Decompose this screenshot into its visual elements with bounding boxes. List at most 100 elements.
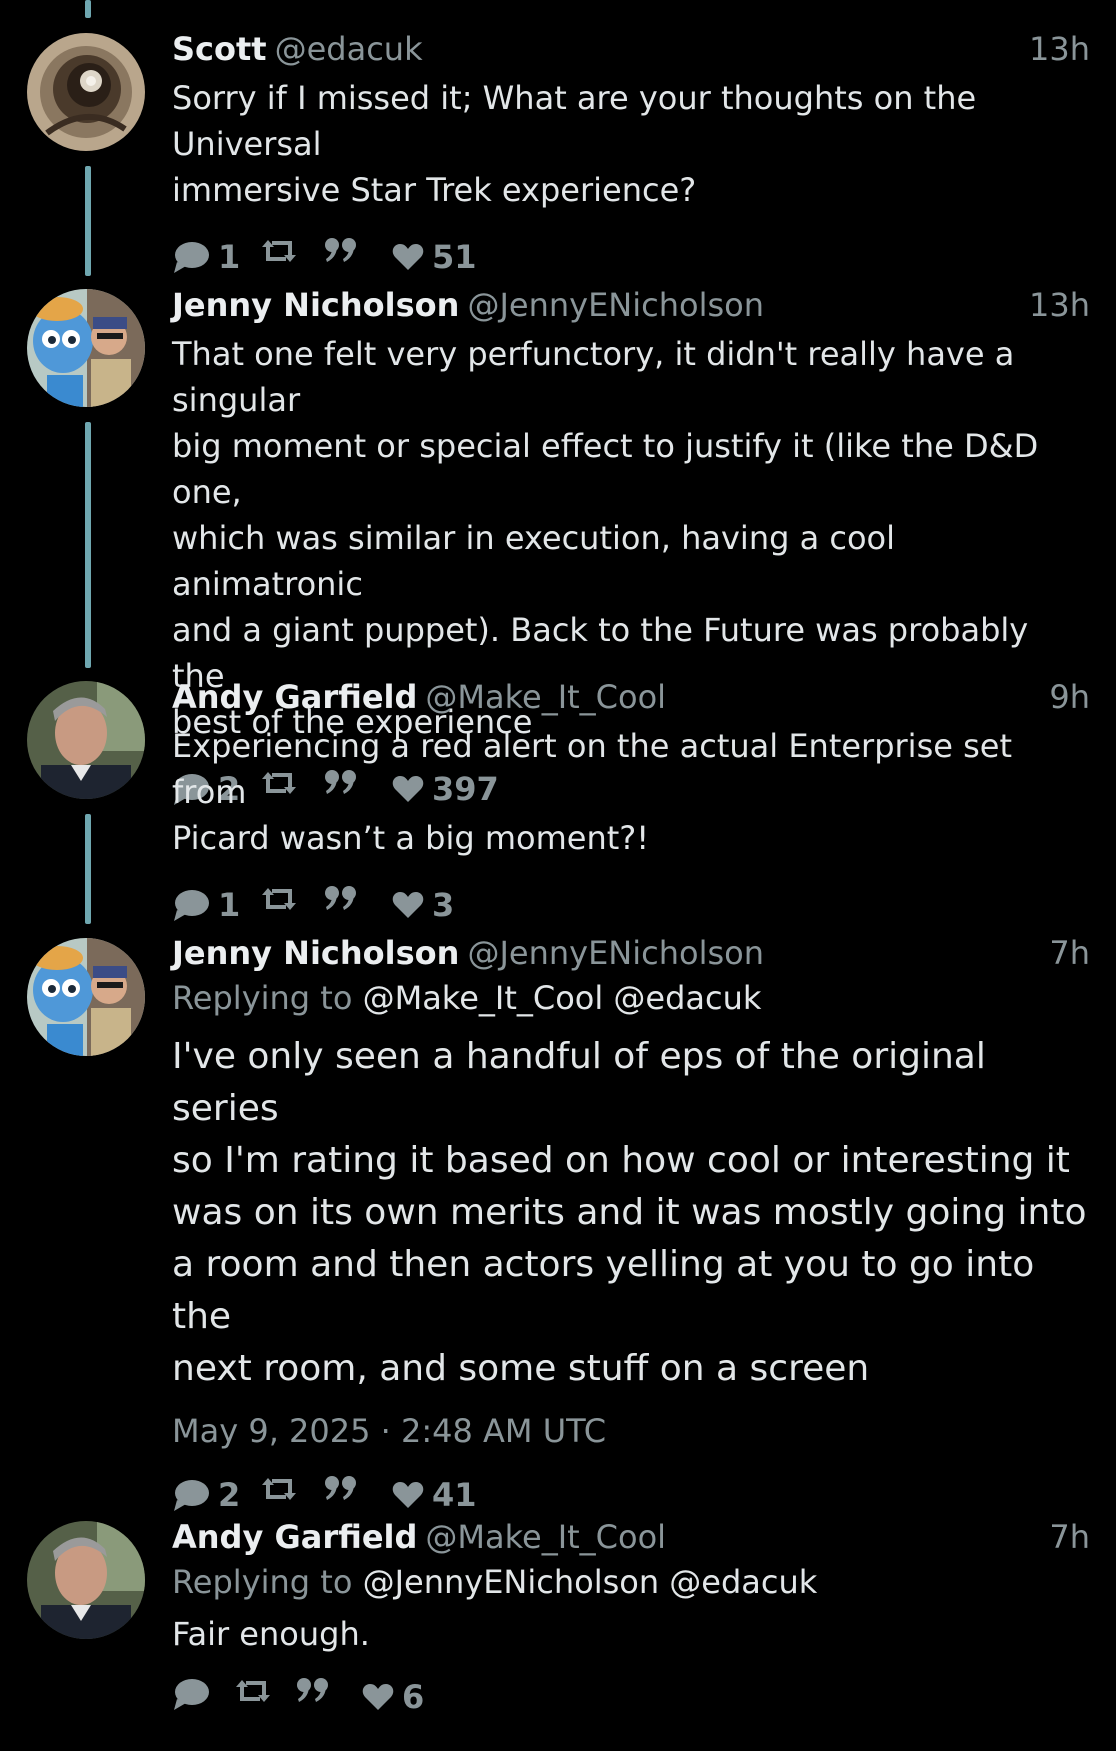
like-button[interactable]: 41: [392, 1475, 477, 1515]
replying-label: Replying to: [172, 979, 353, 1017]
like-count: 51: [432, 238, 477, 276]
author-handle[interactable]: @Make_It_Cool: [425, 678, 666, 716]
reply-button[interactable]: 2: [172, 1475, 240, 1515]
tweet-text-line: Picard wasn’t a big moment?!: [172, 819, 650, 857]
tweet[interactable]: Andy Garfield @Make_It_Cool 9h Experienci…: [172, 675, 1090, 925]
reply-button[interactable]: [172, 1677, 218, 1711]
jenny-avatar-photo: [27, 938, 145, 1056]
tweet-header: Andy Garfield @Make_It_Cool 7h: [172, 1515, 1090, 1559]
retweet-icon: [262, 240, 296, 262]
thread-line: [85, 0, 91, 18]
retweet-icon: [236, 1680, 270, 1702]
replying-to: Replying to @Make_It_Cool @edacuk: [172, 975, 1090, 1021]
tweet-time[interactable]: 7h: [1049, 931, 1090, 975]
avatar-andy[interactable]: [27, 681, 145, 799]
tweet-text-line: was on its own merits and it was mostly …: [172, 1192, 1087, 1233]
tweet-text: Fair enough.: [172, 1611, 1090, 1657]
like-button[interactable]: 6: [362, 1677, 424, 1717]
tweet-time[interactable]: 13h: [1029, 27, 1090, 71]
quote-icon: [297, 1678, 328, 1702]
tweet-header: Andy Garfield @Make_It_Cool 9h: [172, 675, 1090, 719]
tweet-header: Scott @edacuk 13h: [172, 27, 1090, 71]
quote-button[interactable]: [324, 237, 358, 263]
quote-icon: [325, 1476, 356, 1500]
tweet-date[interactable]: May 9, 2025 · 2:48 AM UTC: [172, 1409, 1090, 1453]
tweet-text-line: I've only seen a handful of eps of the o…: [172, 1036, 986, 1129]
heart-icon: [362, 1684, 394, 1710]
tweet[interactable]: Andy Garfield @Make_It_Cool 7h Replying t…: [172, 1515, 1090, 1717]
author-handle[interactable]: @edacuk: [275, 30, 423, 68]
avatar-scott[interactable]: [27, 33, 145, 151]
tweet-text: I've only seen a handful of eps of the o…: [172, 1031, 1090, 1395]
speech-bubble-icon: [174, 242, 209, 273]
like-count: 41: [432, 1476, 477, 1514]
andy-avatar-photo: [27, 681, 145, 799]
tweet-text: Experiencing a red alert on the actual E…: [172, 723, 1090, 861]
author-handle[interactable]: @JennyENicholson: [467, 934, 764, 972]
retweet-button[interactable]: [260, 1475, 298, 1503]
tweet-text-line: big moment or special effect to justify …: [172, 427, 1039, 511]
retweet-button[interactable]: [260, 237, 298, 265]
retweet-icon: [262, 1478, 296, 1500]
avatar-andy[interactable]: [27, 1521, 145, 1639]
tweet-text-line: so I'm rating it based on how cool or in…: [172, 1140, 1070, 1181]
retweet-button[interactable]: [234, 1677, 272, 1705]
author-name[interactable]: Andy Garfield: [172, 678, 417, 716]
tweet[interactable]: Scott @edacuk 13h Sorry if I missed it; W…: [172, 27, 1090, 277]
author-name[interactable]: Jenny Nicholson: [172, 934, 459, 972]
tweet-focused[interactable]: Jenny Nicholson @JennyENicholson 7h Reply…: [172, 931, 1090, 1515]
replying-label: Replying to: [172, 1563, 353, 1601]
like-count: 3: [432, 886, 455, 924]
thread-line: [85, 166, 91, 276]
tweet-time[interactable]: 9h: [1049, 675, 1090, 719]
quote-button[interactable]: [324, 885, 358, 911]
tweet-text-line: immersive Star Trek experience?: [172, 171, 697, 209]
tweet-time[interactable]: 7h: [1049, 1515, 1090, 1559]
tweet-text-line: That one felt very perfunctory, it didn'…: [172, 335, 1015, 419]
replying-mentions[interactable]: @JennyENicholson @edacuk: [363, 1563, 818, 1601]
heart-icon: [392, 1482, 424, 1508]
retweet-button[interactable]: [260, 885, 298, 913]
tweet-actions: 6: [172, 1677, 1090, 1717]
avatar-jenny[interactable]: [27, 289, 145, 407]
quote-button[interactable]: [296, 1677, 330, 1703]
replying-to: Replying to @JennyENicholson @edacuk: [172, 1559, 1090, 1605]
author-name[interactable]: Andy Garfield: [172, 1518, 417, 1556]
tweet-header: Jenny Nicholson @JennyENicholson 13h: [172, 283, 1090, 327]
thread-line: [85, 814, 91, 924]
tweet-text-line: a room and then actors yelling at you to…: [172, 1244, 1035, 1337]
quote-icon: [325, 238, 356, 262]
tweet-text-line: which was similar in execution, having a…: [172, 519, 895, 603]
tweet-text: Sorry if I missed it; What are your thou…: [172, 75, 1090, 213]
replying-mentions[interactable]: @Make_It_Cool @edacuk: [363, 979, 762, 1017]
like-count: 6: [402, 1678, 425, 1716]
jenny-avatar-photo: [27, 289, 145, 407]
spiral-staircase-photo: [27, 33, 145, 151]
tweet-time[interactable]: 13h: [1029, 283, 1090, 327]
reply-button[interactable]: 1: [172, 885, 240, 925]
tweet-text-line: Fair enough.: [172, 1615, 370, 1653]
tweet-actions: 1 3: [172, 885, 1090, 925]
author-handle[interactable]: @Make_It_Cool: [425, 1518, 666, 1556]
tweet-text-line: Experiencing a red alert on the actual E…: [172, 727, 1012, 811]
speech-bubble-icon: [174, 1480, 209, 1511]
reply-count: 1: [218, 886, 241, 924]
like-button[interactable]: 51: [392, 237, 477, 277]
avatar-jenny[interactable]: [27, 938, 145, 1056]
quote-button[interactable]: [324, 1475, 358, 1501]
retweet-icon: [262, 888, 296, 910]
tweet-header: Jenny Nicholson @JennyENicholson 7h: [172, 931, 1090, 975]
tweet-actions: 1 51: [172, 237, 1090, 277]
author-name[interactable]: Jenny Nicholson: [172, 286, 459, 324]
reply-button[interactable]: 1: [172, 237, 240, 277]
heart-icon: [392, 244, 424, 270]
quote-icon: [325, 886, 356, 910]
author-name[interactable]: Scott: [172, 30, 267, 68]
author-handle[interactable]: @JennyENicholson: [467, 286, 764, 324]
speech-bubble-icon: [174, 890, 209, 921]
like-button[interactable]: 3: [392, 885, 454, 925]
heart-icon: [392, 892, 424, 918]
tweet-text-line: Sorry if I missed it; What are your thou…: [172, 79, 977, 163]
thread-line: [85, 422, 91, 668]
reply-count: 2: [218, 1476, 241, 1514]
